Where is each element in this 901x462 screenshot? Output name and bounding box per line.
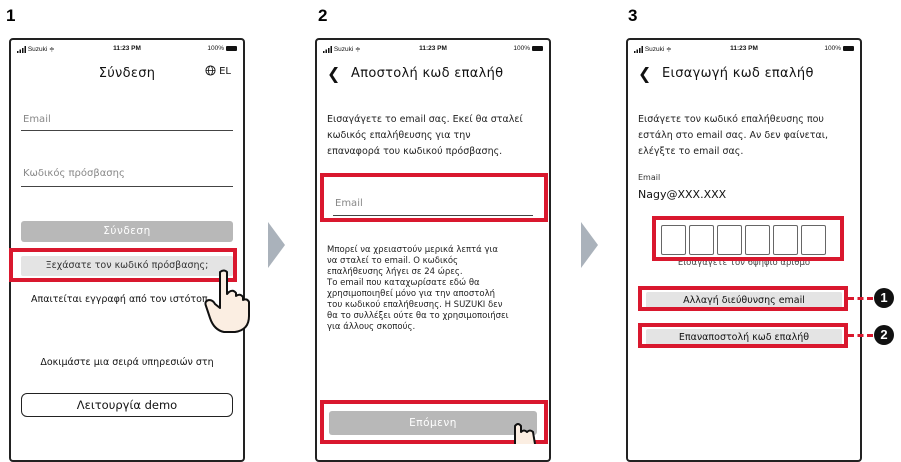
- phone-screen-send-code: Suzuki ≑ 11:23 PM 100% ❮ Αποστολή κωδ επ…: [315, 38, 551, 462]
- battery-percent: 100%: [824, 45, 841, 52]
- battery-icon: [532, 45, 543, 51]
- password-field[interactable]: [21, 186, 233, 187]
- instructions-text: Εισάγετε τον κωδικό επαλήθευσης που εστά…: [638, 112, 858, 160]
- instruction-line: κωδικός επαλήθευσης για την: [327, 130, 471, 141]
- highlight-change-email: [638, 286, 848, 311]
- note-line: χρησιμοποιηθεί μόνο για την αποστολή: [327, 289, 495, 299]
- note-line: του κωδικού επαλήθευσης. Η SUZUKI δεν: [327, 300, 503, 310]
- step-number-3: 3: [628, 6, 638, 25]
- step-arrow-icon: [581, 222, 598, 268]
- page-title: Εισαγωγή κωδ επαλήθ: [662, 66, 814, 81]
- login-button[interactable]: Σύνδεση: [21, 221, 233, 242]
- note-line: Το email που καταχωρίσατε εδώ θα: [327, 278, 480, 288]
- pointing-hand-icon: [514, 423, 536, 444]
- note-line: θα το συλλέξει ούτε θα το χρησιμοποιήσει: [327, 311, 509, 321]
- note-line: Μπορεί να χρειαστούν μερικά λεπτά για: [327, 245, 498, 255]
- language-code: EL: [219, 66, 231, 77]
- highlight-email-field: [320, 173, 548, 222]
- battery-percent: 100%: [207, 45, 224, 52]
- pointing-hand-icon: [204, 269, 250, 333]
- callout-number-2: 2: [874, 325, 894, 345]
- globe-icon: [205, 65, 216, 76]
- email-value: Nagy@XXX.XXX: [638, 188, 727, 201]
- callout-line-2: [848, 334, 873, 337]
- status-bar: Suzuki ≑ 11:23 PM 100%: [11, 44, 243, 56]
- callout-line-1: [848, 297, 873, 300]
- note-line: επαλήθευσης λήγει σε 24 ώρες.: [327, 267, 463, 277]
- status-bar: Suzuki ≑ 11:23 PM 100%: [628, 44, 860, 56]
- language-selector[interactable]: EL: [205, 65, 231, 77]
- instruction-line: επαναφορά του κωδικού πρόσβασης.: [327, 146, 503, 157]
- back-arrow-icon[interactable]: ❮: [327, 64, 340, 83]
- highlight-code-inputs: [652, 216, 844, 261]
- step-number-1: 1: [6, 6, 16, 25]
- instruction-line: Εισάγετε τον κωδικό επαλήθευσης που: [638, 114, 824, 125]
- instruction-line: ελέγξτε το email σας.: [638, 146, 744, 157]
- password-placeholder: Κωδικός πρόσβασης: [23, 168, 125, 179]
- registration-text: Απαιτείται εγγραφή από τον ιστότοπ: [31, 294, 208, 305]
- instructions-text: Εισαγάγετε το email σας. Εκεί θα σταλεί …: [327, 112, 545, 160]
- callout-number-1: 1: [874, 288, 894, 308]
- email-placeholder: Email: [23, 114, 51, 125]
- demo-mode-button[interactable]: Λειτουργία demo: [21, 393, 233, 417]
- note-line: για άλλους σκοπούς.: [327, 322, 416, 332]
- note-line: να σταλεί το email. Ο κωδικός: [327, 256, 459, 266]
- page-title: Αποστολή κωδ επαλήθ: [351, 66, 504, 81]
- instruction-line: εστάλη στο email σας. Αν δεν φαίνεται,: [638, 130, 828, 141]
- step-arrow-icon: [268, 222, 285, 268]
- battery-icon: [226, 45, 237, 51]
- try-services-text: Δοκιμάστε μια σειρά υπηρεσιών στη: [40, 357, 214, 368]
- email-label: Email: [638, 173, 661, 182]
- battery-percent: 100%: [513, 45, 530, 52]
- highlight-resend-code: [638, 323, 848, 348]
- battery-icon: [843, 45, 854, 51]
- instruction-line: Εισαγάγετε το email σας. Εκεί θα σταλεί: [327, 114, 523, 125]
- email-note-text: Μπορεί να χρειαστούν μερικά λεπτά για να…: [327, 245, 545, 333]
- email-field[interactable]: [21, 130, 233, 131]
- step-number-2: 2: [318, 6, 328, 25]
- back-arrow-icon[interactable]: ❮: [638, 64, 651, 83]
- status-bar: Suzuki ≑ 11:23 PM 100%: [317, 44, 549, 56]
